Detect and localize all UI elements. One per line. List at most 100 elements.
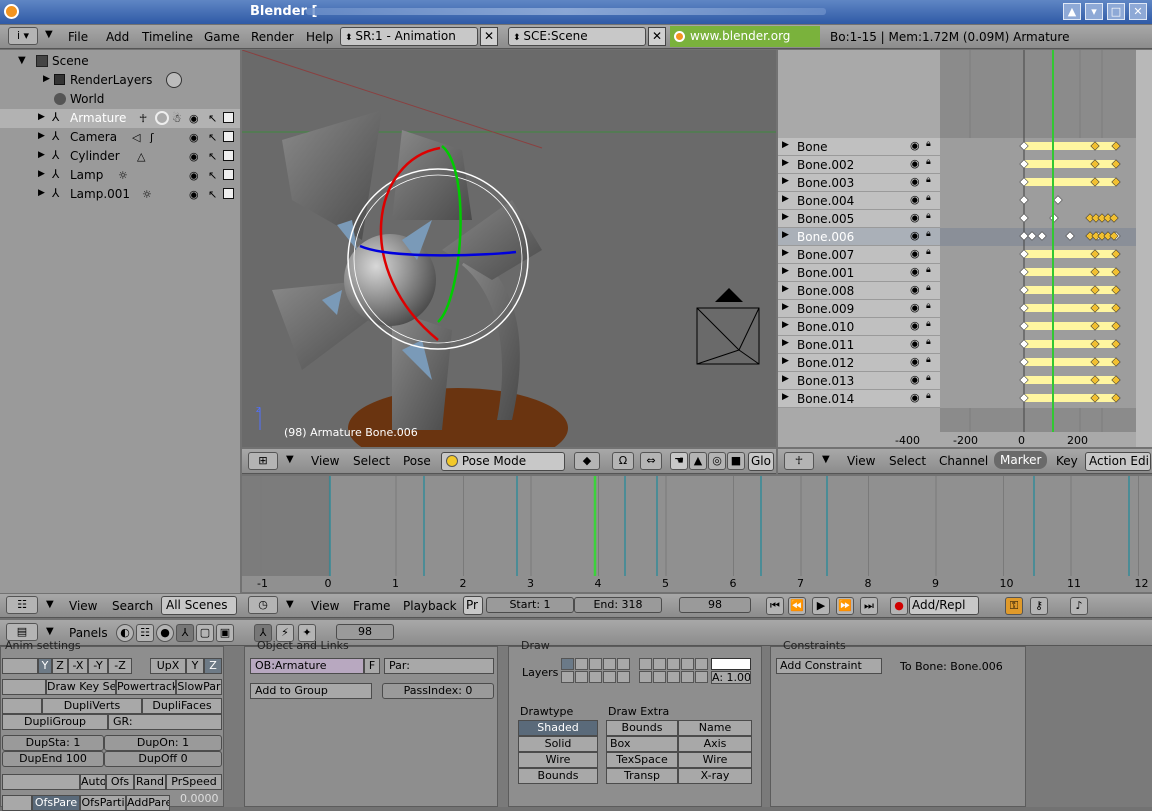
- layer-button[interactable]: [681, 671, 694, 683]
- lock-icon[interactable]: 🔒︎: [926, 193, 931, 203]
- shading-select[interactable]: ◆: [574, 452, 600, 470]
- alpha-field[interactable]: A: 1.00: [711, 671, 751, 684]
- editor-type-action-button[interactable]: ☥: [784, 452, 814, 470]
- visibility-eye-icon[interactable]: ◉: [910, 319, 920, 332]
- slowpar-button[interactable]: SlowPar: [176, 679, 222, 695]
- outliner-row-lamp001[interactable]: ▶ ⅄ Lamp.001 ☼ ◉ ↖: [0, 185, 240, 204]
- select-arrow-icon[interactable]: ↖: [208, 112, 217, 125]
- dupon-field[interactable]: DupOn: 1: [104, 735, 222, 751]
- dupli-frames-button[interactable]: [2, 698, 42, 714]
- outliner-row-lamp[interactable]: ▶ ⅄ Lamp ☼ ◉ ↖: [0, 166, 240, 185]
- visibility-eye-icon[interactable]: ◉: [189, 112, 199, 125]
- layer-grid[interactable]: [561, 658, 708, 684]
- visibility-eye-icon[interactable]: ◉: [910, 211, 920, 224]
- outliner-row-scene[interactable]: ▼ Scene: [0, 52, 240, 71]
- visibility-eye-icon[interactable]: ◉: [189, 131, 199, 144]
- parent-field[interactable]: Par:: [384, 658, 494, 674]
- visibility-eye-icon[interactable]: ◉: [910, 175, 920, 188]
- orientation-select[interactable]: ⇔: [640, 452, 662, 470]
- lock-icon[interactable]: 🔒︎: [926, 319, 931, 329]
- dupsta-field[interactable]: DupSta: 1: [2, 735, 104, 751]
- visibility-eye-icon[interactable]: ◉: [910, 265, 920, 278]
- panels-menu[interactable]: Panels: [69, 626, 108, 640]
- prev-keyframe-button[interactable]: ⏪: [788, 597, 806, 615]
- action-scrollbar[interactable]: [1136, 50, 1152, 447]
- record-button[interactable]: ●: [890, 597, 908, 615]
- visibility-eye-icon[interactable]: ◉: [910, 193, 920, 206]
- manipulator-toggle-button[interactable]: ☚: [670, 452, 688, 470]
- window-close-button[interactable]: ✕: [1129, 3, 1147, 20]
- upx-button[interactable]: UpX: [150, 658, 186, 674]
- auto-button[interactable]: Auto: [80, 774, 106, 790]
- visibility-eye-icon[interactable]: ◉: [189, 169, 199, 182]
- translate-manipulator-button[interactable]: ▲: [689, 452, 707, 470]
- add-constraint-button[interactable]: Add Constraint: [776, 658, 882, 674]
- collapse-menu-icon[interactable]: ▼: [822, 454, 830, 465]
- menu-view[interactable]: View: [847, 454, 875, 468]
- dupligroup-button[interactable]: DupliGroup: [2, 714, 108, 730]
- layer-button[interactable]: [653, 671, 666, 683]
- addpare-button[interactable]: AddPare: [126, 795, 170, 811]
- action-channel-row[interactable]: ▶ Bone.011 ◉ 🔒︎: [778, 336, 940, 354]
- shading-context-icon[interactable]: ●: [156, 624, 174, 642]
- menu-search[interactable]: Search: [112, 599, 153, 613]
- action-channel-row[interactable]: ▶ Bone.001 ◉ 🔒︎: [778, 264, 940, 282]
- action-channel-row[interactable]: ▶ Bone.003 ◉ 🔒︎: [778, 174, 940, 192]
- ofs-button[interactable]: Ofs: [106, 774, 134, 790]
- powertrack-button[interactable]: Powertrack: [116, 679, 176, 695]
- lock-icon[interactable]: 🔒︎: [926, 373, 931, 383]
- play-button[interactable]: ▶: [812, 597, 830, 615]
- action-channel-row[interactable]: ▶ Bone.002 ◉ 🔒︎: [778, 156, 940, 174]
- fake-user-button[interactable]: F: [364, 658, 380, 674]
- expand-icon[interactable]: ▶: [782, 320, 789, 330]
- rotate-manipulator-button[interactable]: ◎: [708, 452, 726, 470]
- editing-context-icon[interactable]: ▢: [196, 624, 214, 642]
- expand-icon[interactable]: ▶: [38, 112, 45, 122]
- menu-select[interactable]: Select: [889, 454, 926, 468]
- layer-button[interactable]: [617, 671, 630, 683]
- prspeed-button[interactable]: PrSpeed: [166, 774, 222, 790]
- layer-button[interactable]: [681, 658, 694, 670]
- extra-transp-button[interactable]: Transp: [606, 768, 678, 784]
- lock-icon[interactable]: 🔒︎: [926, 247, 931, 257]
- menu-select[interactable]: Select: [353, 454, 390, 468]
- layer-button[interactable]: [653, 658, 666, 670]
- outliner-row-renderlayers[interactable]: ▶ RenderLayers: [0, 71, 240, 90]
- audio-sync-button[interactable]: ♪: [1070, 597, 1088, 615]
- draw-key-sel-button[interactable]: Draw Key Sel: [46, 679, 116, 695]
- menu-game[interactable]: Game: [204, 30, 240, 44]
- extra-axis-button[interactable]: Axis: [678, 736, 752, 752]
- action-channel-row[interactable]: ▶ Bone.006 ◉ 🔒︎: [778, 228, 940, 246]
- track-z-button[interactable]: Z: [52, 658, 68, 674]
- action-channel-row[interactable]: ▶ Bone.005 ◉ 🔒︎: [778, 210, 940, 228]
- expand-icon[interactable]: ▶: [782, 338, 789, 348]
- drawtype-solid-button[interactable]: Solid: [518, 736, 598, 752]
- timeline-area[interactable]: [242, 476, 1152, 592]
- expand-icon[interactable]: ▶: [782, 212, 789, 222]
- expand-icon[interactable]: ▶: [782, 176, 789, 186]
- render-icon[interactable]: [223, 150, 234, 161]
- render-icon[interactable]: [223, 169, 234, 180]
- layer-button[interactable]: [575, 658, 588, 670]
- scene-context-icon[interactable]: ▣: [216, 624, 234, 642]
- armature-data-icon[interactable]: [155, 111, 169, 125]
- dupliverts-button[interactable]: DupliVerts: [42, 698, 142, 714]
- lock-icon[interactable]: 🔒︎: [926, 391, 931, 401]
- action-editor-select[interactable]: Action Edi: [1085, 452, 1151, 471]
- menu-playback[interactable]: Playback: [403, 599, 457, 613]
- editor-type-3dview-button[interactable]: ⊞: [248, 452, 278, 470]
- select-arrow-icon[interactable]: ↖: [208, 188, 217, 201]
- expand-icon[interactable]: ▶: [782, 392, 789, 402]
- layer-button[interactable]: [639, 671, 652, 683]
- lock-icon[interactable]: 🔒︎: [926, 355, 931, 365]
- expand-icon[interactable]: ▶: [38, 131, 45, 141]
- object-context-icon[interactable]: ⅄: [176, 624, 194, 642]
- layer-button[interactable]: [603, 671, 616, 683]
- editor-type-timeline-button[interactable]: ◷: [248, 596, 278, 614]
- visibility-eye-icon[interactable]: ◉: [910, 373, 920, 386]
- drawtype-wire-button[interactable]: Wire: [518, 752, 598, 768]
- outliner-row-camera[interactable]: ▶ ⅄ Camera ◁ ʃ ◉ ↖: [0, 128, 240, 147]
- window-up-button[interactable]: ▲: [1063, 3, 1081, 20]
- dupend-field[interactable]: DupEnd 100: [2, 751, 104, 767]
- menu-marker[interactable]: Marker: [994, 451, 1048, 469]
